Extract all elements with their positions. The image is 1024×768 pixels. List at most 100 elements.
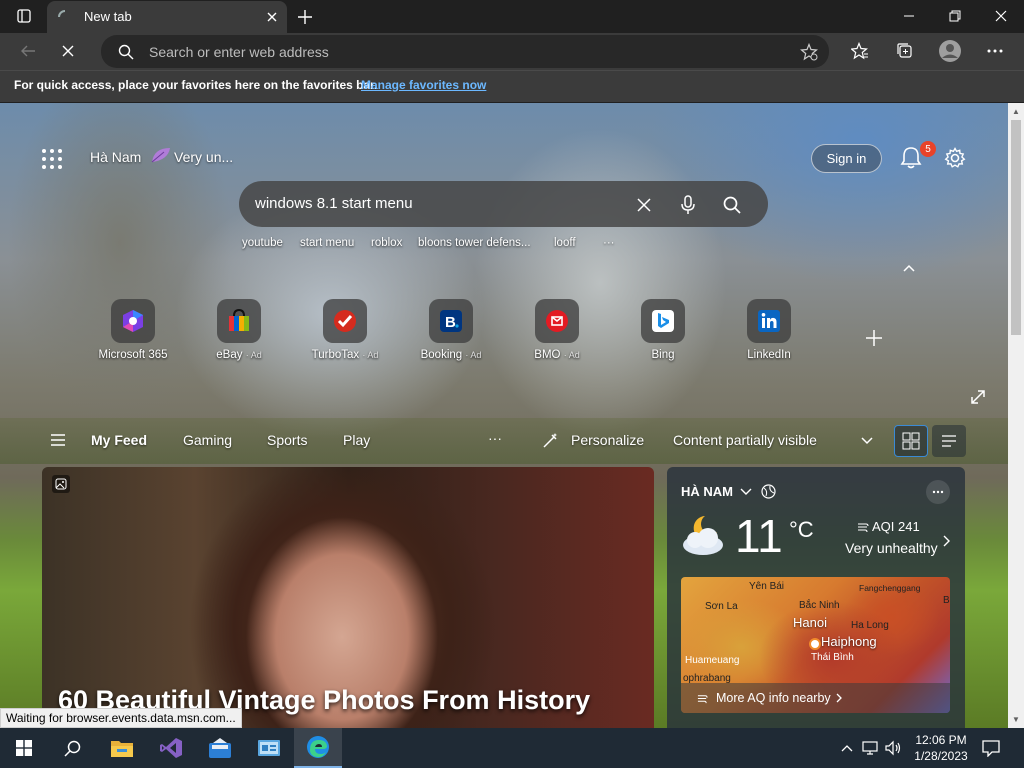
location-globe-icon[interactable]	[761, 484, 776, 499]
back-button[interactable]	[13, 36, 43, 66]
tab-title: New tab	[84, 9, 132, 24]
more-tabs-button[interactable]: ···	[488, 430, 502, 446]
minimize-button[interactable]	[886, 0, 932, 32]
suggestion-item[interactable]: roblox	[371, 237, 402, 249]
tab-my-feed[interactable]: My Feed	[91, 432, 147, 448]
scroll-down-arrow-icon[interactable]: ▼	[1008, 711, 1024, 727]
profile-button[interactable]	[935, 36, 965, 66]
tab-gaming[interactable]: Gaming	[183, 432, 232, 448]
voice-search-button[interactable]	[676, 193, 700, 217]
network-status-button[interactable]	[862, 739, 880, 757]
address-bar[interactable]: Search or enter web address	[101, 35, 829, 68]
taskbar-visual-studio[interactable]	[147, 728, 195, 768]
air-quality-map[interactable]: Yên Bái Fangchenggang Sơn La Bắc Ninh Ha…	[681, 577, 950, 713]
location-label[interactable]: Hà Nam	[90, 149, 141, 165]
chevron-right-icon[interactable]	[942, 535, 950, 547]
restore-button[interactable]	[932, 0, 978, 32]
feed-navigation: My Feed Gaming Sports Play ··· Personali…	[0, 418, 1008, 464]
favorites-button[interactable]	[845, 36, 875, 66]
air-quality-short[interactable]: Very un...	[174, 149, 233, 165]
tab-new-tab[interactable]: New tab	[47, 1, 287, 33]
back-arrow-icon	[21, 45, 35, 57]
settings-more-button[interactable]	[980, 36, 1010, 66]
web-search-box[interactable]: windows 8.1 start menu	[239, 181, 768, 227]
collections-button[interactable]	[890, 36, 920, 66]
taskbar-edge[interactable]	[294, 728, 342, 768]
gear-icon[interactable]	[944, 147, 966, 169]
quick-link-microsoft-365[interactable]: Microsoft 365	[88, 299, 178, 369]
expand-icon[interactable]	[970, 389, 986, 405]
notification-badge: 5	[920, 141, 936, 157]
control-panel-icon	[258, 740, 280, 756]
tab-play[interactable]: Play	[343, 432, 370, 448]
close-window-button[interactable]	[978, 0, 1024, 32]
add-favorite-icon[interactable]	[800, 43, 818, 61]
more-horizontal-icon	[932, 490, 944, 494]
taskbar-search-button[interactable]	[48, 728, 96, 768]
personalize-button[interactable]: Personalize	[571, 432, 644, 448]
weather-more-options-button[interactable]	[926, 480, 950, 504]
taskbar-control-panel[interactable]	[245, 728, 293, 768]
chevron-down-icon[interactable]	[739, 487, 753, 497]
volume-button[interactable]	[884, 739, 902, 757]
scroll-up-arrow-icon[interactable]: ▲	[1008, 103, 1024, 119]
quick-link-turbotax[interactable]: TurboTax · Ad	[300, 299, 390, 369]
quick-link-ebay[interactable]: eBay · Ad	[194, 299, 284, 369]
stop-loading-button[interactable]	[53, 36, 83, 66]
quick-link-label: LinkedIn	[747, 349, 791, 361]
taskbar-clock[interactable]: 12:06 PM 1/28/2023	[906, 732, 976, 764]
more-suggestions-button[interactable]: ···	[603, 237, 615, 249]
chevron-down-icon[interactable]	[860, 436, 874, 446]
close-tab-icon[interactable]	[265, 10, 279, 24]
new-tab-icon[interactable]	[295, 7, 315, 27]
map-location-pin	[809, 638, 821, 650]
content-visibility-dropdown[interactable]: Content partially visible	[673, 432, 817, 448]
scrollbar-thumb[interactable]	[1011, 120, 1021, 335]
action-center-button[interactable]	[982, 739, 1000, 757]
notification-bell-icon[interactable]	[900, 145, 922, 169]
feed-card-main[interactable]: 60 Beautiful Vintage Photos From History	[42, 467, 654, 728]
chevron-up-icon	[841, 745, 853, 752]
favorites-bar: For quick access, place your favorites h…	[0, 70, 1024, 102]
grid-layout-button[interactable]	[894, 425, 928, 457]
add-quick-link-icon[interactable]	[863, 327, 885, 349]
app-launcher-icon[interactable]	[42, 149, 62, 169]
aqi-value[interactable]: AQI 241	[872, 519, 920, 534]
weather-card[interactable]: HÀ NAM 11 °C AQI 241 Very unhealthy Yên …	[667, 467, 965, 728]
collections-icon	[897, 43, 912, 58]
suggestion-item[interactable]: bloons tower defens...	[418, 237, 531, 249]
list-layout-button[interactable]	[932, 425, 966, 457]
quick-link-bing[interactable]: Bing	[618, 299, 708, 369]
search-icon	[63, 740, 80, 757]
tab-actions-button[interactable]	[8, 5, 40, 27]
personalize-icon[interactable]	[541, 432, 559, 450]
leaf-icon	[151, 148, 170, 163]
taskbar-file-explorer[interactable]	[98, 728, 146, 768]
toolbox-app-icon	[209, 738, 231, 758]
suggestion-item[interactable]: youtube	[242, 237, 283, 249]
show-hidden-icons-button[interactable]	[838, 739, 856, 757]
sign-in-button[interactable]: Sign in	[811, 144, 882, 173]
quick-link-bmo[interactable]: BMO · Ad	[512, 299, 602, 369]
clear-search-button[interactable]	[632, 193, 656, 217]
suggestion-item[interactable]: start menu	[300, 237, 354, 249]
tab-actions-icon	[17, 9, 31, 23]
suggestion-item[interactable]: looff	[554, 237, 576, 249]
temperature: 11	[735, 510, 783, 562]
notification-center-icon	[982, 740, 1000, 757]
menu-icon[interactable]	[50, 433, 66, 447]
quick-link-linkedin[interactable]: LinkedIn	[724, 299, 814, 369]
search-submit-button[interactable]	[720, 193, 744, 217]
manage-favorites-link[interactable]: Manage favorites now	[361, 78, 486, 92]
weather-location[interactable]: HÀ NAM	[681, 484, 733, 499]
tab-sports[interactable]: Sports	[267, 432, 307, 448]
restore-icon	[949, 10, 961, 22]
start-button[interactable]	[0, 728, 48, 768]
list-layout-icon	[942, 435, 956, 447]
more-aq-info-link[interactable]: More AQ info nearby	[681, 683, 950, 713]
quick-link-booking[interactable]: B Booking · Ad	[406, 299, 496, 369]
chevron-up-icon[interactable]	[902, 263, 916, 273]
search-query-text[interactable]: windows 8.1 start menu	[255, 195, 413, 212]
aqi-status[interactable]: Very unhealthy	[845, 540, 938, 556]
taskbar-app[interactable]	[196, 728, 244, 768]
